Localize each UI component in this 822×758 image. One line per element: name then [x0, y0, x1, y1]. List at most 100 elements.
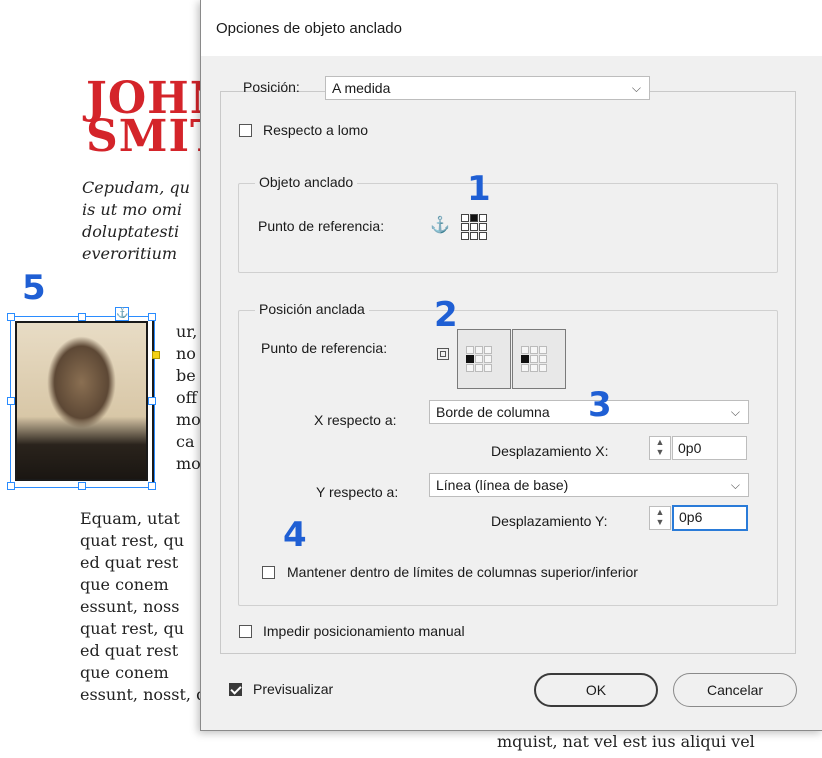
relative-spine-checkbox[interactable] [239, 124, 252, 137]
text-line: mo [176, 410, 201, 429]
y-offset-input[interactable]: 0p6 [672, 505, 748, 531]
x-offset-input[interactable]: 0p0 [672, 436, 747, 460]
ref-point-selected[interactable] [466, 355, 474, 363]
ref-point[interactable] [484, 346, 492, 354]
ref-point[interactable] [484, 355, 492, 363]
intro-line: doluptatesti [82, 222, 180, 241]
chevron-down-icon: ⌵ [730, 405, 740, 419]
anchored-image-frame[interactable] [10, 316, 155, 488]
ref-point-top-right[interactable] [479, 214, 487, 222]
y-relative-value: Línea (línea de base) [436, 477, 569, 493]
ref-point[interactable] [530, 364, 538, 372]
object-ref-point-label: Punto de referencia: [258, 218, 385, 234]
text-line: mo [176, 454, 201, 473]
ref-point[interactable] [539, 346, 547, 354]
left-page-ref-grid[interactable] [466, 346, 492, 372]
resize-handle[interactable] [7, 482, 15, 490]
y-relative-label: Y respecto a: [316, 484, 399, 500]
chevron-down-icon: ⌵ [631, 81, 641, 95]
keep-within-columns-checkbox[interactable] [262, 566, 275, 579]
text-line: ur, [176, 322, 198, 341]
resize-handle[interactable] [148, 482, 156, 490]
preview-label[interactable]: Previsualizar [253, 681, 333, 697]
position-select[interactable]: A medida ⌵ [325, 76, 650, 100]
anchored-object-options-dialog: Opciones de objeto anclado Posición: A m… [200, 0, 822, 731]
x-offset-stepper[interactable]: ▲ ▼ [649, 436, 671, 460]
y-relative-select[interactable]: Línea (línea de base) ⌵ [429, 473, 749, 497]
ref-point[interactable] [475, 364, 483, 372]
ok-button[interactable]: OK [534, 673, 658, 707]
x-relative-label: X respecto a: [314, 412, 397, 428]
ref-point[interactable] [475, 346, 483, 354]
resize-handle[interactable] [78, 313, 86, 321]
callout-4: 4 [283, 515, 307, 555]
ref-point[interactable] [484, 364, 492, 372]
right-page-ref-grid[interactable] [521, 346, 547, 372]
anchored-object-group-label: Objeto anclado [255, 174, 358, 190]
resize-handle[interactable] [7, 397, 15, 405]
ref-point-bottom-left[interactable] [461, 232, 469, 240]
dialog-title: Opciones de objeto anclado [216, 20, 402, 37]
ref-point[interactable] [530, 355, 538, 363]
intro-paragraph: Cepudam, qu is ut mo omi doluptatesti ev… [82, 177, 190, 265]
ref-point-bottom-right[interactable] [479, 232, 487, 240]
wrapped-text: ur, no be off mo ca mo [176, 321, 201, 475]
ref-point[interactable] [521, 346, 529, 354]
portrait-photo [15, 321, 148, 481]
text-line: ca [176, 432, 195, 451]
ref-point[interactable] [530, 346, 538, 354]
text-line: no [176, 344, 196, 363]
prevent-manual-label[interactable]: Impedir posicionamiento manual [263, 623, 465, 639]
relative-spine-label[interactable]: Respecto a lomo [263, 122, 368, 138]
keep-within-columns-label[interactable]: Mantener dentro de límites de columnas s… [287, 564, 638, 580]
anchored-position-group-label: Posición anclada [255, 301, 369, 317]
callout-5: 5 [22, 268, 46, 308]
ref-point[interactable] [521, 364, 529, 372]
intro-line: Cepudam, qu [82, 178, 190, 197]
x-offset-label: Desplazamiento X: [491, 443, 609, 459]
callout-3: 3 [588, 385, 612, 425]
preview-checkbox[interactable] [229, 683, 242, 696]
ref-point[interactable] [539, 355, 547, 363]
intro-line: everoritium [82, 244, 178, 263]
left-page-icon [457, 329, 511, 389]
x-relative-value: Borde de columna [436, 404, 550, 420]
chevron-down-icon: ⌵ [730, 478, 740, 492]
resize-handle[interactable] [7, 313, 15, 321]
ref-point-middle-left[interactable] [461, 223, 469, 231]
wrap-handle[interactable] [152, 351, 160, 359]
spread-toggle-icon[interactable] [437, 348, 449, 360]
y-offset-stepper[interactable]: ▲ ▼ [649, 506, 671, 530]
position-select-value: A medida [332, 80, 391, 96]
prevent-manual-checkbox[interactable] [239, 625, 252, 638]
ref-point[interactable] [539, 364, 547, 372]
ref-point-selected[interactable] [521, 355, 529, 363]
text-line: off [176, 388, 197, 407]
text-line: be [176, 366, 196, 385]
position-label: Posición: [243, 79, 300, 95]
intro-line: is ut mo omi [82, 200, 183, 219]
ref-point[interactable] [466, 346, 474, 354]
callout-2: 2 [434, 295, 458, 335]
cancel-button[interactable]: Cancelar [673, 673, 797, 707]
ref-point-bottom-center[interactable] [470, 232, 478, 240]
y-offset-label: Desplazamiento Y: [491, 513, 608, 529]
ref-point-center[interactable] [470, 223, 478, 231]
anchor-marker-icon[interactable]: ⚓ [115, 307, 129, 321]
resize-handle[interactable] [78, 482, 86, 490]
ref-point-middle-right[interactable] [479, 223, 487, 231]
dialog-titlebar: Opciones de objeto anclado [201, 0, 822, 56]
anchor-icon: ⚓ [430, 217, 450, 234]
right-page-icon [512, 329, 566, 389]
ref-point[interactable] [475, 355, 483, 363]
object-reference-point-selector[interactable] [461, 214, 487, 240]
resize-handle[interactable] [148, 313, 156, 321]
right-column-text: mquist, nat vel est ius aliqui vel [497, 732, 755, 751]
callout-1: 1 [467, 169, 491, 209]
ref-point[interactable] [466, 364, 474, 372]
position-ref-point-label: Punto de referencia: [261, 340, 388, 356]
page-spread-reference-selector[interactable] [457, 329, 572, 391]
ref-point-top-left[interactable] [461, 214, 469, 222]
resize-handle[interactable] [148, 397, 156, 405]
ref-point-top-center[interactable] [470, 214, 478, 222]
